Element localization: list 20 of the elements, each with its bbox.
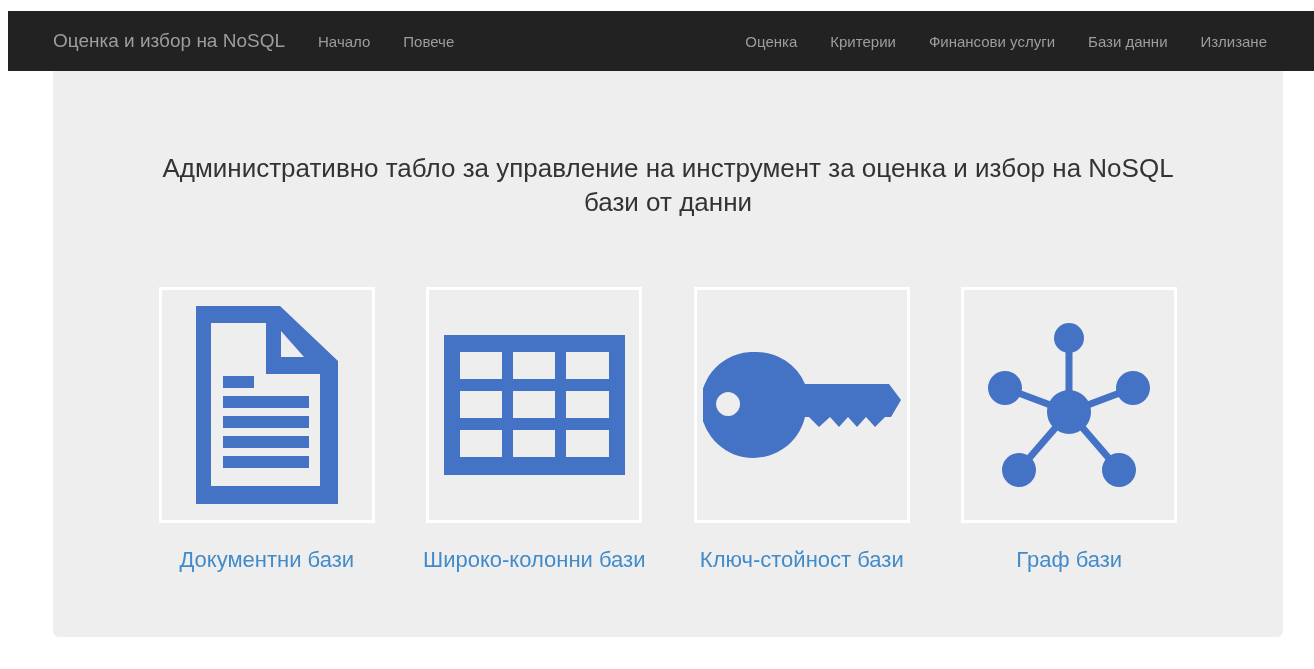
document-icon: [195, 306, 338, 504]
table-icon: [443, 335, 625, 475]
category-link[interactable]: Документни бази: [179, 547, 355, 573]
category-link[interactable]: Широко-колонни бази: [423, 547, 646, 573]
nav-link[interactable]: Критерии: [830, 32, 896, 50]
nav-link[interactable]: Бази данни: [1088, 32, 1168, 50]
nav-link[interactable]: Финансови услуги: [928, 32, 1056, 50]
nav-link[interactable]: Излизане: [1200, 32, 1267, 50]
category-link[interactable]: Граф бази: [1016, 547, 1123, 573]
nav-link[interactable]: Повече: [403, 32, 455, 50]
key-icon: [702, 352, 901, 458]
icon-tile[interactable]: [693, 287, 910, 523]
category-link[interactable]: Ключ-стойност бази: [699, 547, 904, 573]
brand-link[interactable]: Оценка и избор на NoSQL: [53, 30, 286, 52]
page-heading: Административно табло за управление на инструмент за оценка и избор на NoSQL бази от данни: [161, 152, 1175, 219]
icon-tile[interactable]: [158, 287, 375, 523]
icon-tile[interactable]: [426, 287, 643, 523]
nav-link[interactable]: Оценка: [745, 32, 798, 50]
nav-link[interactable]: Начало: [318, 32, 371, 50]
icon-tile[interactable]: [961, 287, 1178, 523]
